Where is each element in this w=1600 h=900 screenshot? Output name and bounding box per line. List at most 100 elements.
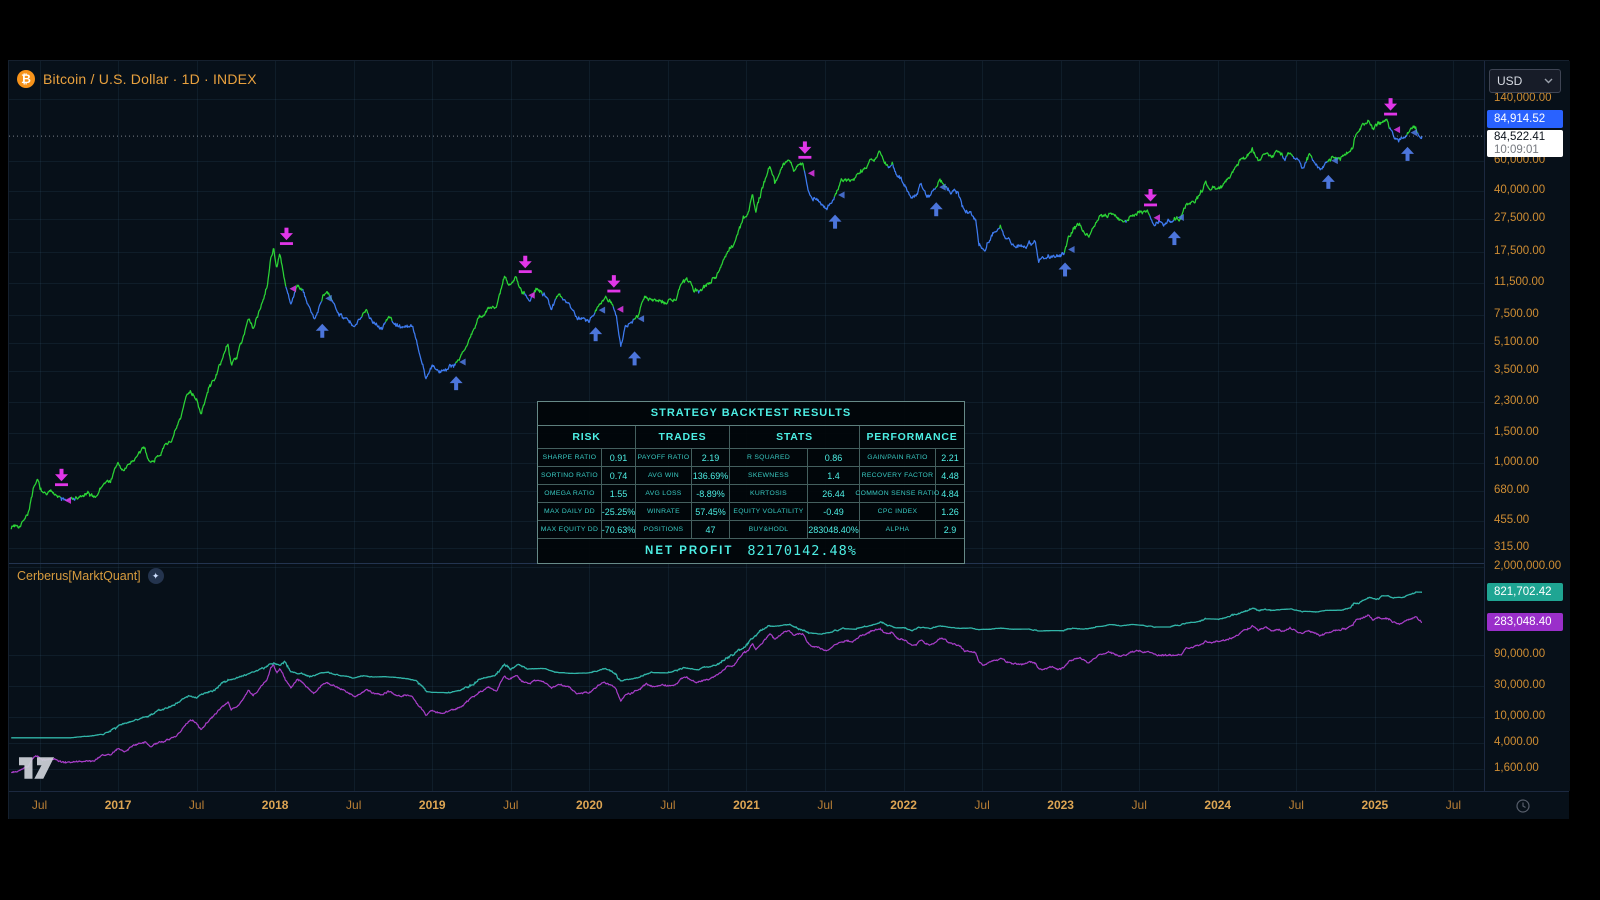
backtest-metric-label: KURTOSIS [730,485,808,503]
time-axis-label: 2019 [402,798,462,812]
price-axis-label: 11,500.00 [1494,276,1544,288]
backtest-metric-label: MAX DAILY DD [538,503,602,521]
backtest-metric-label: RECOVERY FACTOR [860,467,936,485]
time-axis-label: 2022 [874,798,934,812]
time-axis-label: 2017 [88,798,148,812]
time-axis-label: 2018 [245,798,305,812]
backtest-metric-value: 57.45% [692,503,730,521]
price-badge-line-value: 84,914.52 [1487,110,1563,128]
price-axis-label: 1,500.00 [1494,426,1539,438]
backtest-metric-value: 2.19 [692,449,730,467]
time-axis-label: Jul [795,798,855,812]
backtest-metric-value: 283048.40% [808,521,860,539]
price-axis-label: 7,500.00 [1494,308,1539,320]
backtest-metric-label: POSITIONS [636,521,692,539]
backtest-metric-value: 1.4 [808,467,860,485]
backtest-metric-label: COMMON SENSE RATIO [860,485,936,503]
price-axis-label: 2,000,000.00 [1494,560,1561,572]
backtest-metric-label: AVG WIN [636,467,692,485]
chart-window: ₿ Bitcoin / U.S. Dollar · 1D · INDEX Cer… [8,60,1569,819]
time-axis-label: Jul [1109,798,1169,812]
indicator-label[interactable]: Cerberus[MarktQuant] [17,569,141,583]
backtest-group-header: PERFORMANCE [860,426,964,449]
net-profit-value: 82170142.48% [747,543,857,559]
backtest-metric-value: 47 [692,521,730,539]
last-price-value: 84,522.41 [1494,131,1563,144]
time-axis-label: 2025 [1345,798,1405,812]
backtest-group-header: STATS [730,426,860,449]
backtest-metric-label: SHARPE RATIO [538,449,602,467]
backtest-metric-value: 0.74 [602,467,636,485]
time-axis-label: Jul [481,798,541,812]
time-axis-label: 2024 [1188,798,1248,812]
time-axis-label: Jul [952,798,1012,812]
backtest-group-header: TRADES [636,426,730,449]
backtest-metric-value: -25.25% [602,503,636,521]
backtest-metric-value: 1.26 [936,503,964,521]
backtest-metric-value: 0.91 [602,449,636,467]
price-axis-label: 4,000.00 [1494,736,1539,748]
price-axis-label: 455.00 [1494,514,1529,526]
screen: ₿ Bitcoin / U.S. Dollar · 1D · INDEX Cer… [0,0,1600,900]
currency-label: USD [1497,74,1522,88]
backtest-metric-label: AVG LOSS [636,485,692,503]
sparkle-icon[interactable]: ✦ [148,568,164,584]
price-axis-label: 315.00 [1494,541,1529,553]
backtest-metric-value: -8.89% [692,485,730,503]
equity-badge-strategy: 821,702.42 [1487,583,1563,601]
backtest-metric-value: 26.44 [808,485,860,503]
backtest-group-header: RISK [538,426,636,449]
backtest-metric-label: SORTINO RATIO [538,467,602,485]
backtest-metric-value: -0.49 [808,503,860,521]
price-axis[interactable]: USD 84,914.52 84,522.41 10:09:01 821,702… [1484,61,1570,791]
price-badge-last: 84,522.41 10:09:01 [1487,130,1563,157]
backtest-metric-label: CPC INDEX [860,503,936,521]
symbol-legend[interactable]: ₿ Bitcoin / U.S. Dollar · 1D · INDEX [17,70,257,88]
net-profit-label: NET PROFIT [645,545,733,557]
backtest-metric-value: 4.84 [936,485,964,503]
indicator-legend[interactable]: Cerberus[MarktQuant] ✦ [17,568,164,584]
timezone-clock-icon[interactable] [1515,798,1531,814]
price-axis-label: 10,000.00 [1494,710,1545,722]
price-axis-label: 90,000.00 [1494,648,1545,660]
time-axis-label: Jul [10,798,70,812]
price-axis-label: 1,600.00 [1494,762,1539,774]
price-axis-label: 140,000.00 [1494,92,1552,104]
backtest-metric-value: 2.9 [936,521,964,539]
price-axis-label: 2,300.00 [1494,395,1539,407]
price-axis-label: 680.00 [1494,484,1529,496]
price-axis-label: 5,100.00 [1494,336,1539,348]
backtest-metric-label: EQUITY VOLATILITY [730,503,808,521]
backtest-table-grid: RISKTRADESSTATSPERFORMANCESHARPE RATIO0.… [538,426,964,539]
time-axis-label: Jul [1266,798,1326,812]
time-axis-label: 2023 [1031,798,1091,812]
backtest-metric-label: R SQUARED [730,449,808,467]
backtest-metric-label: BUY&HODL [730,521,808,539]
backtest-metric-value: -70.63% [602,521,636,539]
backtest-metric-value: 0.86 [808,449,860,467]
time-axis-label: Jul [638,798,698,812]
backtest-metric-label: WINRATE [636,503,692,521]
time-axis-label: 2020 [559,798,619,812]
price-axis-label: 40,000.00 [1494,184,1545,196]
backtest-metric-value: 136.69% [692,467,730,485]
backtest-metric-value: 1.55 [602,485,636,503]
equity-badge-buyhold: 283,048.40 [1487,613,1563,631]
backtest-results-table: STRATEGY BACKTEST RESULTS RISKTRADESSTAT… [537,401,965,564]
backtest-metric-label: GAIN/PAIN RATIO [860,449,936,467]
currency-dropdown[interactable]: USD [1489,69,1561,93]
tradingview-logo[interactable] [19,755,55,786]
net-profit-row: NET PROFIT 82170142.48% [538,539,964,563]
time-axis[interactable]: Jul 2017 Jul 2018 Jul 2019 Jul 2020 Jul 2021 Jul 20… [9,791,1569,820]
countdown-timer: 10:09:01 [1494,144,1563,157]
bitcoin-icon: ₿ [17,70,35,88]
time-axis-label: 2021 [716,798,776,812]
backtest-metric-label: MAX EQUITY DD [538,521,602,539]
price-axis-label: 3,500.00 [1494,364,1539,376]
symbol-title[interactable]: Bitcoin / U.S. Dollar · 1D · INDEX [43,71,257,87]
backtest-metric-label: SKEWNESS [730,467,808,485]
backtest-metric-label: OMEGA RATIO [538,485,602,503]
price-axis-label: 17,500.00 [1494,245,1545,257]
chevron-down-icon [1544,78,1553,84]
backtest-metric-value: 4.48 [936,467,964,485]
